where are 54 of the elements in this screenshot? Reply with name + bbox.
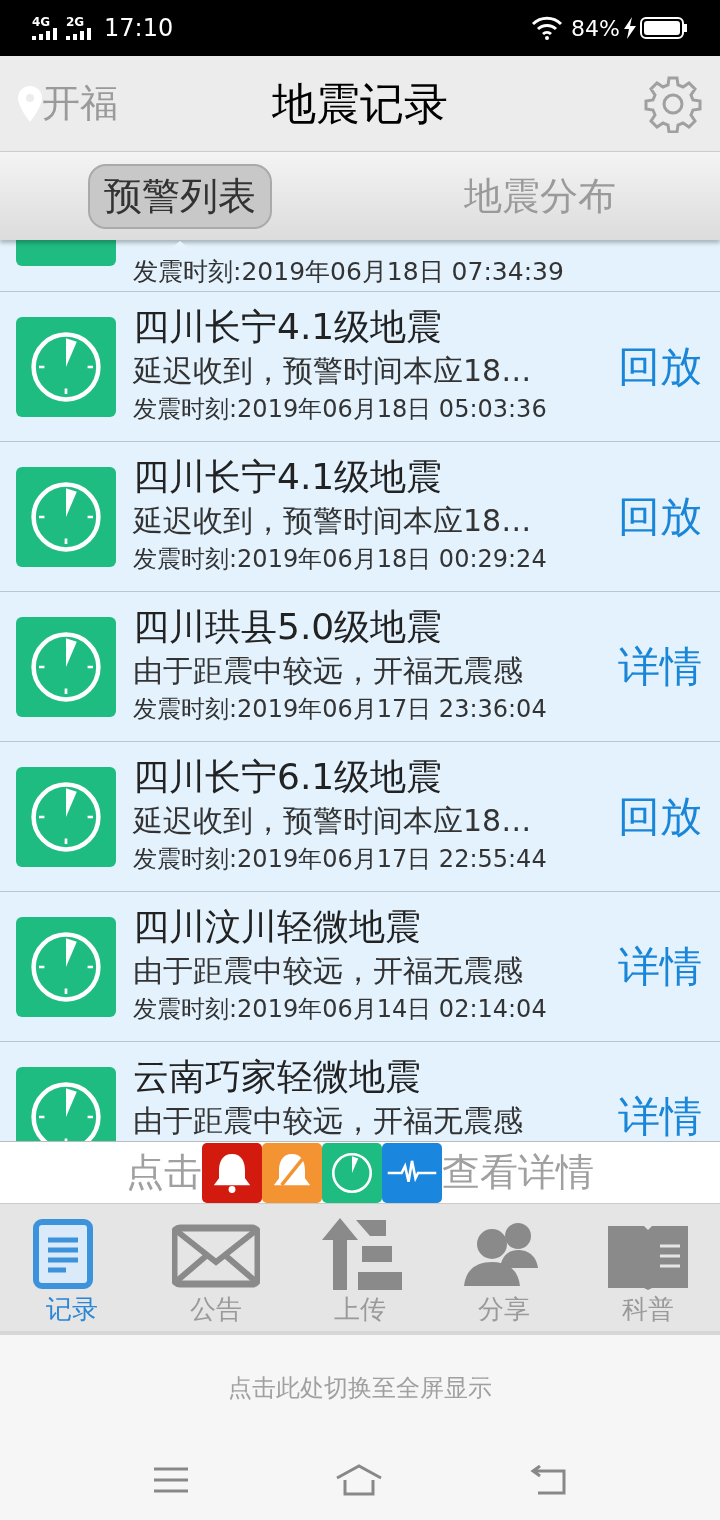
record-time: 发震时刻:2019年06月14日 02:14:04 <box>133 994 548 1025</box>
nav-tab[interactable]: 上传 <box>288 1204 432 1331</box>
nav-tab[interactable]: 公告 <box>144 1204 288 1331</box>
nav-tab[interactable]: 科普 <box>576 1204 720 1331</box>
home-icon[interactable] <box>335 1464 383 1496</box>
record-subtitle: 延迟收到，预警时间本应18… <box>133 502 533 540</box>
record-title: 四川长宁6.1级地震 <box>133 755 444 799</box>
legend-prefix: 点击 <box>126 1149 202 1196</box>
legend-suffix: 查看详情 <box>442 1149 594 1196</box>
record-action-link[interactable]: 回放 <box>618 485 702 548</box>
record-action-link[interactable]: 详情 <box>618 635 702 698</box>
battery-percent: 84% <box>571 14 620 43</box>
record-row[interactable]: 四川长宁4.1级地震 延迟收到，预警时间本应18… 发震时刻:2019年06月18日 05:03:36 回放 <box>0 292 720 442</box>
record-row[interactable]: 四川长宁6.1级地震 延迟收到，预警时间本应18… 发震时刻:2019年06月17日 22:55:44 回放 <box>0 742 720 892</box>
record-row[interactable]: 四川汶川轻微地震 由于距震中较远，开福无震感 发震时刻:2019年06月14日 02:14:04 详情 <box>0 892 720 1042</box>
network-label: 2G <box>66 16 85 28</box>
record-action-link[interactable]: 回放 <box>618 335 702 398</box>
record-title: 四川长宁4.1级地震 <box>133 455 444 499</box>
signal-icon <box>32 28 60 40</box>
record-row[interactable]: 四川珙县5.0级地震 由于距震中较远，开福无震感 发震时刻:2019年06月17日 23:36:04 详情 <box>0 592 720 742</box>
record-action-link[interactable]: 回放 <box>618 785 702 848</box>
back-icon[interactable] <box>530 1465 567 1495</box>
wifi-icon <box>531 16 564 40</box>
record-title: 云南巧家轻微地震 <box>133 1055 422 1099</box>
record-time: 发震时刻:2019年06月17日 22:55:44 <box>133 844 548 875</box>
record-title: 四川汶川轻微地震 <box>133 905 422 949</box>
battery-icon <box>640 17 688 39</box>
signal-icon <box>66 28 94 40</box>
menu-icon[interactable] <box>153 1467 188 1493</box>
record-time: 发震时刻:2019年06月18日 05:03:36 <box>133 394 548 425</box>
record-time: 发震时刻:2019年06月17日 23:36:04 <box>133 694 548 725</box>
record-subtitle: 延迟收到，预警时间本应18… <box>133 352 533 390</box>
tab[interactable]: 预警列表 <box>88 163 272 229</box>
record-subtitle: 延迟收到，预警时间本应18… <box>133 802 533 840</box>
network-label: 4G <box>32 16 51 28</box>
fullscreen-toggle-link[interactable]: 点击此处切换至全屏显示 <box>228 1369 492 1406</box>
charging-icon <box>624 17 636 39</box>
record-subtitle: 由于距震中较远，开福无震感 <box>133 652 524 690</box>
record-title: 四川长宁4.1级地震 <box>133 305 444 349</box>
nav-tab[interactable]: 记录 <box>0 1204 144 1331</box>
settings-icon[interactable] <box>644 74 702 133</box>
record-title: 四川珙县5.0级地震 <box>133 605 444 649</box>
clock-time: 17:10 <box>104 13 174 44</box>
page-title: 地震记录 <box>271 76 449 131</box>
record-action-link[interactable]: 详情 <box>618 1085 702 1141</box>
record-subtitle: 由于距震中较远，开福无震感 <box>133 1102 524 1140</box>
location-label[interactable]: 开福 <box>42 75 118 132</box>
record-subtitle: 由于距震中较远，开福无震感 <box>133 952 524 990</box>
record-time: 发震时刻:2019年06月18日 00:29:24 <box>133 544 548 575</box>
nav-tab[interactable]: 分享 <box>432 1204 576 1331</box>
tab[interactable]: 地震分布 <box>450 165 630 227</box>
record-action-link[interactable]: 详情 <box>618 935 702 998</box>
record-row[interactable]: 四川长宁4.1级地震 延迟收到，预警时间本应18… 发震时刻:2019年06月18日 00:29:24 回放 <box>0 442 720 592</box>
record-time: 发震时刻:2019年06月18日 07:34:39 <box>133 256 564 288</box>
